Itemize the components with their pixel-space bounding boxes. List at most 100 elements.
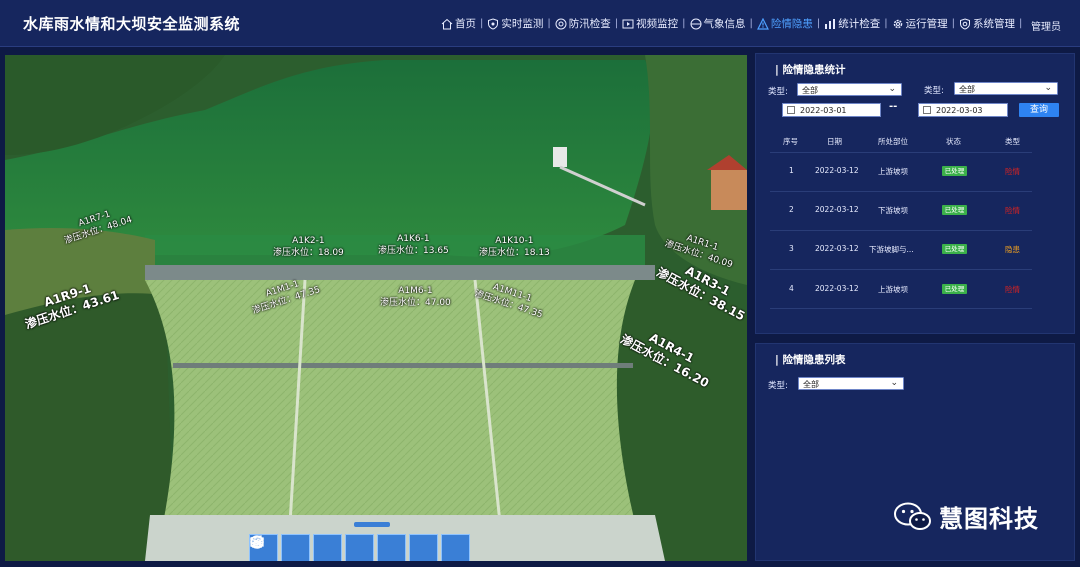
nav-label: 首页 xyxy=(455,18,476,30)
sensor-pressure-label: 渗压水位： xyxy=(380,298,426,308)
sensor-label[interactable]: A1K10-1 渗压水位：18.13 xyxy=(479,235,550,259)
dam-3d-view[interactable]: A1R7-1 渗压水位：48.04 A1K2-1 渗压水位：18.09 A1K6… xyxy=(5,55,747,561)
row-date: 2022-03-12 xyxy=(815,205,859,214)
nav-label: 统计检查 xyxy=(838,18,881,30)
row-location[interactable]: 下游坡坝 xyxy=(878,205,908,216)
row-location[interactable]: 上游坡坝 xyxy=(878,284,908,295)
weather-icon xyxy=(690,18,701,29)
nav-label: 实时监测 xyxy=(501,18,544,30)
column-header: 状态 xyxy=(946,137,961,146)
chart-icon[interactable] xyxy=(251,534,374,561)
sensor-id: A1K2-1 xyxy=(292,236,325,246)
nav-item-system[interactable]: 系统管理 xyxy=(959,16,1015,31)
top-header: 水库雨水情和大坝安全监测系统 首页 | 实时监测 | 防汛检查 | 视频监控 |… xyxy=(0,0,1080,47)
row-type: 隐患 xyxy=(1005,245,1020,254)
dam-icon[interactable] xyxy=(250,534,406,561)
brand-watermark: 慧图科技 xyxy=(893,499,1039,534)
home-icon xyxy=(441,18,453,29)
nav-label: 系统管理 xyxy=(973,18,1015,30)
monitor-icon[interactable] xyxy=(250,534,438,561)
nav-item-hazard[interactable]: 险情隐患 xyxy=(756,16,813,31)
nav-item-statistics[interactable]: 统计检查 xyxy=(824,16,880,31)
type-label: 类型: xyxy=(768,381,788,391)
nav-label: 防汛检查 xyxy=(568,18,611,30)
row-type: 险情 xyxy=(1005,167,1020,176)
type-label: 类型: xyxy=(768,87,788,97)
sensor-id: A1K10-1 xyxy=(495,236,534,246)
row-number: 4 xyxy=(789,284,794,293)
table-divider xyxy=(770,191,1032,192)
panel-title: | 险情隐患列表 xyxy=(775,354,846,366)
row-date: 2022-03-12 xyxy=(815,284,859,293)
sensor-value: 18.09 xyxy=(318,248,344,258)
chevron-down-icon: ⌄ xyxy=(888,84,896,94)
search-circle-icon xyxy=(555,18,567,29)
status-badge: 已处理 xyxy=(942,166,967,176)
row-location[interactable]: 上游坡坝 xyxy=(878,166,908,177)
column-header: 日期 xyxy=(827,137,842,146)
nav-separator: | xyxy=(816,18,821,29)
water-icon[interactable] xyxy=(250,534,342,561)
nav-label: 运行管理 xyxy=(905,18,948,30)
type-select[interactable]: 全部 ⌄ xyxy=(954,82,1058,95)
main-nav: 首页 | 实时监测 | 防汛检查 | 视频监控 | 气象信息 | 险情隐患 | xyxy=(441,16,1026,31)
row-type: 险情 xyxy=(1005,285,1020,294)
nav-separator: | xyxy=(547,18,551,29)
type-select[interactable]: 全部 ⌄ xyxy=(798,377,904,390)
nav-separator: | xyxy=(614,18,619,29)
chevron-down-icon: ⌄ xyxy=(1044,83,1052,93)
table-divider xyxy=(770,308,1032,309)
sensor-label[interactable]: A1K2-1 渗压水位：18.09 xyxy=(273,235,344,259)
date-range-separator: -- xyxy=(889,101,898,112)
type-select-value: 全部 xyxy=(959,85,975,94)
sensor-label[interactable]: A1M6-1 渗压水位：47.00 xyxy=(380,285,451,309)
nav-separator: | xyxy=(884,18,888,29)
toolbar-toggle-handle[interactable] xyxy=(354,522,390,527)
end-date-value: 2022-03-03 xyxy=(936,106,983,115)
music-icon[interactable] xyxy=(252,534,470,561)
table-divider xyxy=(770,152,1032,153)
row-type: 险情 xyxy=(1005,206,1020,215)
nav-separator: | xyxy=(480,18,484,29)
table-divider xyxy=(770,269,1032,270)
nav-item-operations[interactable]: 运行管理 xyxy=(892,16,948,31)
status-badge: 已处理 xyxy=(942,205,967,215)
column-header: 类型 xyxy=(1005,137,1020,146)
map-toolbar xyxy=(249,534,470,561)
table-divider xyxy=(770,230,1032,231)
nav-item-video[interactable]: 视频监控 xyxy=(622,16,678,31)
row-number: 3 xyxy=(789,244,794,253)
sensor-pressure-label: 渗压水位： xyxy=(378,246,424,256)
panel-title: | 险情隐患统计 xyxy=(775,64,846,76)
calendar-icon xyxy=(923,106,931,114)
sensor-value: 18.13 xyxy=(524,248,550,258)
chevron-down-icon: ⌄ xyxy=(890,378,898,388)
nav-item-flood-check[interactable]: 防汛检查 xyxy=(555,16,611,31)
type-select-value: 全部 xyxy=(803,380,819,389)
type-select-value: 全部 xyxy=(802,86,818,95)
status-badge: 已处理 xyxy=(942,244,967,254)
sensor-pressure-label: 渗压水位： xyxy=(273,248,319,258)
status-badge: 已处理 xyxy=(942,284,967,294)
nav-label: 气象信息 xyxy=(703,18,746,30)
sensor-label[interactable]: A1K6-1 渗压水位：13.65 xyxy=(378,233,449,257)
start-date-input[interactable]: 2022-03-01 xyxy=(782,103,881,117)
wechat-icon xyxy=(894,502,931,530)
nav-item-weather[interactable]: 气象信息 xyxy=(690,16,746,31)
row-location[interactable]: 下游坡脚与... xyxy=(869,244,914,255)
query-button[interactable]: 查询 xyxy=(1019,103,1059,117)
shield-gear-icon xyxy=(960,17,970,30)
type-select[interactable]: 全部 ⌄ xyxy=(797,83,902,96)
column-header: 序号 xyxy=(783,137,798,146)
nav-label: 险情隐患 xyxy=(770,18,813,30)
warning-icon xyxy=(756,17,769,30)
app-title: 水库雨水情和大坝安全监测系统 xyxy=(23,15,241,33)
user-name[interactable]: 管理员 xyxy=(1031,18,1061,33)
nav-separator: | xyxy=(749,18,753,29)
column-header: 所处部位 xyxy=(878,137,908,146)
end-date-input[interactable]: 2022-03-03 xyxy=(918,103,1008,117)
nav-separator: | xyxy=(1019,18,1023,29)
nav-item-realtime[interactable]: 实时监测 xyxy=(487,16,543,31)
nav-item-home[interactable]: 首页 xyxy=(441,16,476,31)
layers-icon[interactable] xyxy=(249,534,310,561)
